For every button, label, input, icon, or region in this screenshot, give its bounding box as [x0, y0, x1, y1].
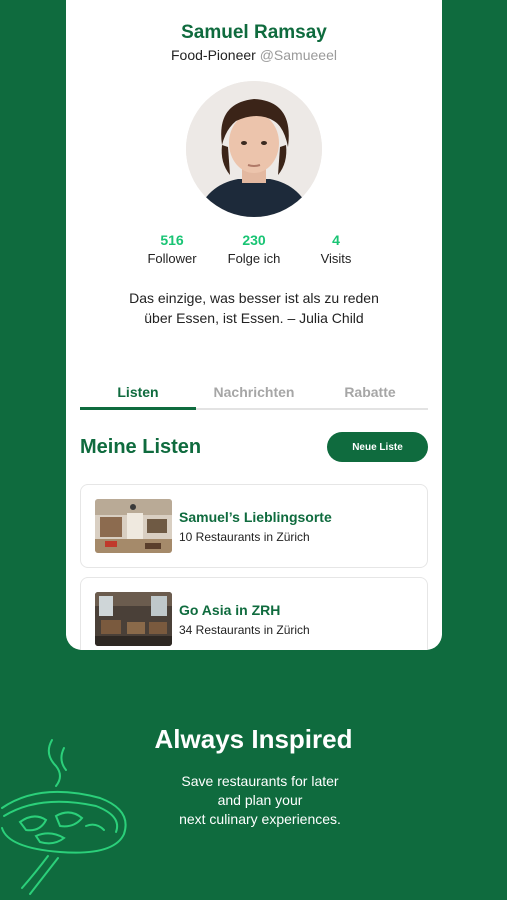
profile-tabs: Listen Nachrichten Rabatte — [80, 384, 428, 410]
profile-name: Samuel Ramsay — [181, 22, 327, 43]
stat-value: 4 — [332, 232, 340, 248]
profile-stats: 516 Follower 230 Folge ich 4 Visits — [132, 232, 376, 266]
list-thumbnail — [95, 592, 172, 646]
list-thumbnail — [95, 499, 172, 553]
promo-line: and plan your — [217, 792, 303, 808]
stat-value: 230 — [242, 232, 266, 248]
new-list-button[interactable]: Neue Liste — [327, 432, 428, 462]
quote-line: Das einzige, was besser ist als zu reden — [129, 290, 379, 306]
list-title: Samuel’s Lieblingsorte — [179, 509, 332, 525]
profile-handle[interactable]: @Samueeel — [260, 47, 337, 63]
promo-line: Save restaurants for later — [181, 773, 339, 789]
lists-heading: Meine Listen — [80, 436, 202, 458]
list-title: Go Asia in ZRH — [179, 602, 281, 618]
tab-nachrichten[interactable]: Nachrichten — [196, 384, 312, 408]
stat-value: 516 — [160, 232, 184, 248]
stat-visits[interactable]: 4 Visits — [296, 232, 376, 266]
list-item[interactable]: Go Asia in ZRH 34 Restaurants in Zürich — [80, 577, 428, 650]
quote-line: über Essen, ist Essen. – Julia Child — [144, 310, 364, 326]
tab-rabatte[interactable]: Rabatte — [312, 384, 428, 408]
promo-headline: Always Inspired — [154, 724, 353, 754]
stat-followers[interactable]: 516 Follower — [132, 232, 212, 266]
list-subtitle: 10 Restaurants in Zürich — [179, 530, 310, 544]
profile-quote: Das einzige, was besser ist als zu reden… — [96, 288, 412, 328]
list-item[interactable]: Samuel’s Lieblingsorte 10 Restaurants in… — [80, 484, 428, 568]
stat-label: Follower — [147, 251, 197, 266]
promo-line: next culinary experiences. — [179, 811, 341, 827]
avatar-portrait — [186, 81, 322, 217]
list-subtitle: 34 Restaurants in Zürich — [179, 623, 310, 637]
restaurant-interior-image — [95, 592, 172, 646]
restaurant-interior-image — [95, 499, 172, 553]
stat-following[interactable]: 230 Folge ich — [214, 232, 294, 266]
tab-listen[interactable]: Listen — [80, 384, 196, 410]
promo-description: Save restaurants for later and plan your… — [100, 772, 420, 829]
avatar[interactable] — [186, 81, 322, 217]
stat-label: Folge ich — [227, 251, 281, 266]
stat-label: Visits — [320, 251, 352, 266]
profile-tagline: Food-Pioneer @Samueeel — [66, 47, 442, 63]
profile-role: Food-Pioneer — [171, 47, 256, 63]
profile-card: Samuel Ramsay Food-Pioneer @Samueeel 516… — [66, 0, 442, 650]
